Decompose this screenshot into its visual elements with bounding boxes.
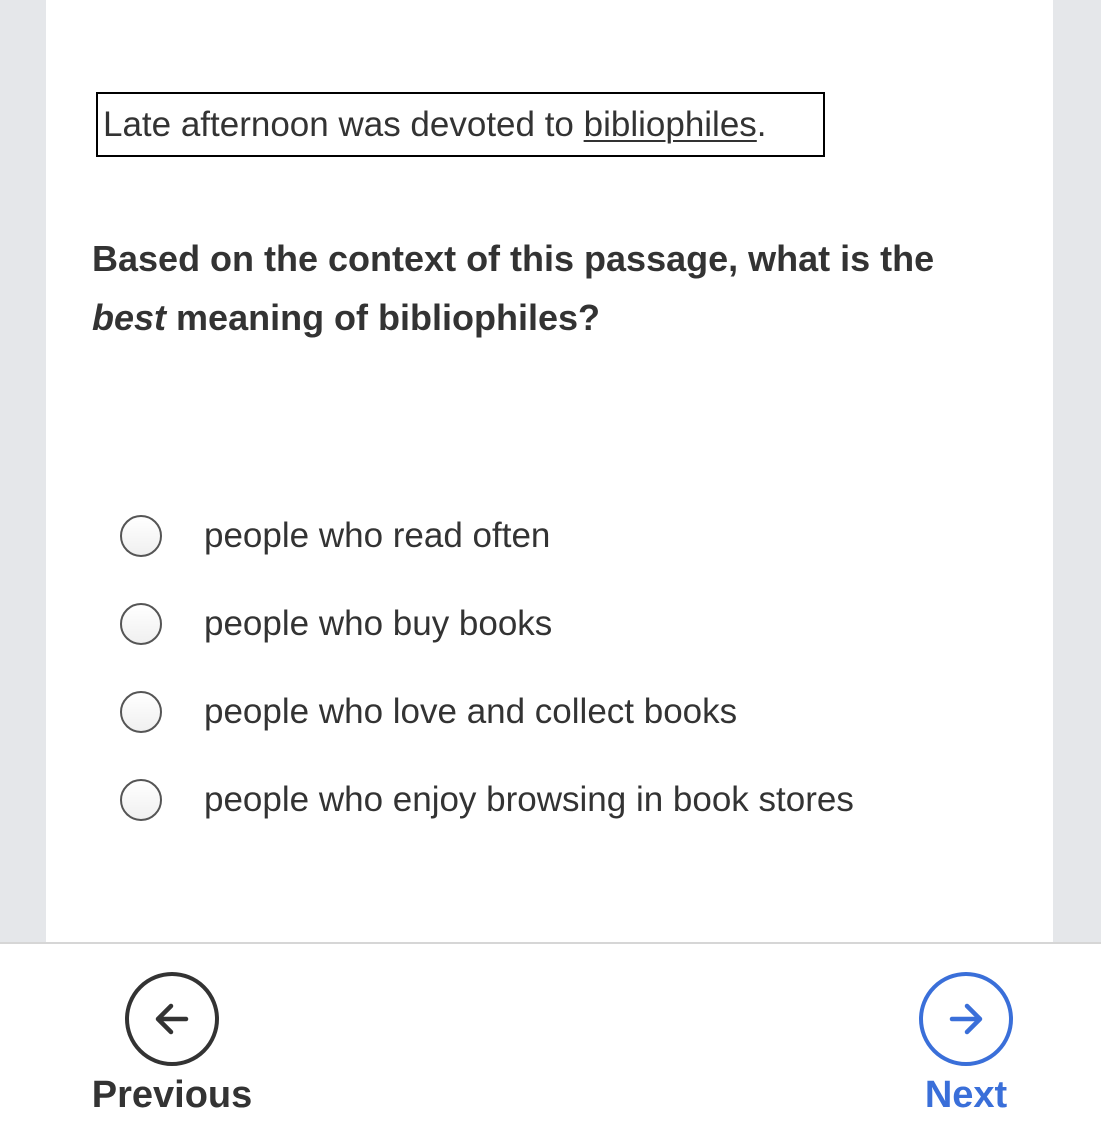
question-text-part1: Based on the context of this passage, wh… bbox=[92, 238, 935, 279]
radio-button[interactable] bbox=[120, 691, 162, 733]
arrow-left-icon[interactable] bbox=[125, 972, 219, 1066]
previous-button[interactable]: Previous bbox=[84, 972, 260, 1117]
previous-label[interactable]: Previous bbox=[92, 1074, 253, 1117]
passage-underlined-word: bibliophiles bbox=[583, 104, 757, 144]
radio-button[interactable] bbox=[120, 515, 162, 557]
answer-option-label: people who enjoy browsing in book stores bbox=[204, 780, 854, 819]
arrow-right-icon[interactable] bbox=[919, 972, 1013, 1066]
answer-option-1[interactable]: people who read often bbox=[120, 506, 1000, 566]
answer-option-3[interactable]: people who love and collect books bbox=[120, 682, 1000, 742]
bottom-navigation-bar: Previous Next bbox=[0, 942, 1101, 1127]
passage-text: Late afternoon was devoted to bbox=[103, 104, 584, 144]
radio-button[interactable] bbox=[120, 779, 162, 821]
answer-option-label: people who read often bbox=[204, 516, 551, 555]
answer-option-label: people who buy books bbox=[204, 604, 553, 643]
radio-button[interactable] bbox=[120, 603, 162, 645]
question-prompt: Based on the context of this passage, wh… bbox=[92, 229, 1012, 347]
answer-option-2[interactable]: people who buy books bbox=[120, 594, 1000, 654]
next-label[interactable]: Next bbox=[925, 1074, 1007, 1117]
answer-option-4[interactable]: people who enjoy browsing in book stores bbox=[120, 770, 1000, 830]
question-text-part2: meaning of bibliophiles? bbox=[166, 297, 601, 338]
next-button[interactable]: Next bbox=[906, 972, 1026, 1117]
question-emphasis: best bbox=[92, 297, 167, 338]
passage-box: Late afternoon was devoted to bibliophil… bbox=[96, 92, 825, 157]
passage-period: . bbox=[756, 104, 767, 144]
answer-option-label: people who love and collect books bbox=[204, 692, 738, 731]
question-card: Late afternoon was devoted to bibliophil… bbox=[46, 0, 1053, 942]
